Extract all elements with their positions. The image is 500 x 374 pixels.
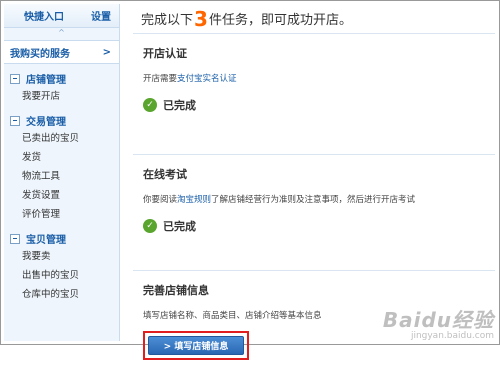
sidebar-item-open-shop[interactable]: 我要开店 (4, 87, 119, 106)
my-services-link[interactable]: 我购买的服务 > (4, 40, 119, 64)
task-card-exam: 在线考试 你要阅读淘宝规则了解店铺经营行为准则及注意事项，然后进行开店考试 ✓ … (133, 166, 495, 271)
main-content: 完成以下3件任务，即可成功开店。 开店认证 开店需要支付宝实名认证 ✓ 已完成 … (133, 4, 495, 341)
fill-shop-info-button[interactable]: > 填写店铺信息 (148, 336, 244, 355)
task-count: 3 (194, 9, 208, 29)
section-header-items[interactable]: 宝贝管理 (4, 230, 119, 247)
section-title: 交易管理 (26, 113, 66, 128)
settings-link[interactable]: 设置 (91, 8, 111, 23)
chevron-right-icon: > (103, 47, 111, 58)
check-icon: ✓ (143, 98, 157, 112)
section-header-shop[interactable]: 店铺管理 (4, 70, 119, 87)
collapse-minus-icon[interactable] (10, 116, 20, 126)
sidebar-item-on-sale[interactable]: 出售中的宝贝 (4, 266, 119, 285)
taobao-rules-link[interactable]: 淘宝规则 (177, 195, 211, 205)
sidebar-item-sell[interactable]: 我要卖 (4, 247, 119, 266)
section-header-trade[interactable]: 交易管理 (4, 112, 119, 129)
sidebar-header: 快捷入口 设置 (4, 4, 119, 28)
section-title: 店铺管理 (26, 71, 66, 86)
collapse-caret-icon[interactable]: ^ (4, 28, 119, 40)
highlight-box: > 填写店铺信息 (143, 331, 249, 360)
watermark: Baidu经验 jingyan.baidu.com (383, 304, 494, 341)
alipay-auth-link[interactable]: 支付宝实名认证 (177, 74, 237, 84)
sidebar-item-ship-settings[interactable]: 发货设置 (4, 186, 119, 205)
sidebar: 快捷入口 设置 ^ 我购买的服务 > 店铺管理 我要开店 交易管理 已卖出的宝贝… (4, 4, 120, 341)
quick-entry-label[interactable]: 快捷入口 (24, 8, 64, 23)
section-title: 宝贝管理 (26, 231, 66, 246)
status-completed: ✓ 已完成 (143, 97, 495, 113)
section-trade: 交易管理 已卖出的宝贝 发货 物流工具 发货设置 评价管理 (4, 106, 119, 224)
task-title: 在线考试 (143, 166, 495, 182)
section-shop: 店铺管理 我要开店 (4, 64, 119, 106)
sidebar-item-ship[interactable]: 发货 (4, 148, 119, 167)
sidebar-item-reviews[interactable]: 评价管理 (4, 205, 119, 224)
task-description: 开店需要支付宝实名认证 (143, 72, 495, 84)
sidebar-item-warehouse[interactable]: 仓库中的宝贝 (4, 285, 119, 304)
sidebar-item-sold[interactable]: 已卖出的宝贝 (4, 129, 119, 148)
sidebar-item-logistics[interactable]: 物流工具 (4, 167, 119, 186)
section-items: 宝贝管理 我要卖 出售中的宝贝 仓库中的宝贝 (4, 224, 119, 304)
my-services-label: 我购买的服务 (10, 45, 70, 60)
task-card-certification: 开店认证 开店需要支付宝实名认证 ✓ 已完成 (133, 45, 495, 155)
task-title: 完善店铺信息 (143, 282, 495, 298)
status-completed: ✓ 已完成 (143, 218, 495, 234)
watermark-logo: Baidu经验 (383, 304, 494, 333)
page-title: 完成以下3件任务，即可成功开店。 (133, 4, 495, 34)
task-description: 你要阅读淘宝规则了解店铺经营行为准则及注意事项，然后进行开店考试 (143, 193, 495, 205)
task-title: 开店认证 (143, 45, 495, 61)
check-icon: ✓ (143, 219, 157, 233)
collapse-minus-icon[interactable] (10, 234, 20, 244)
collapse-minus-icon[interactable] (10, 74, 20, 84)
